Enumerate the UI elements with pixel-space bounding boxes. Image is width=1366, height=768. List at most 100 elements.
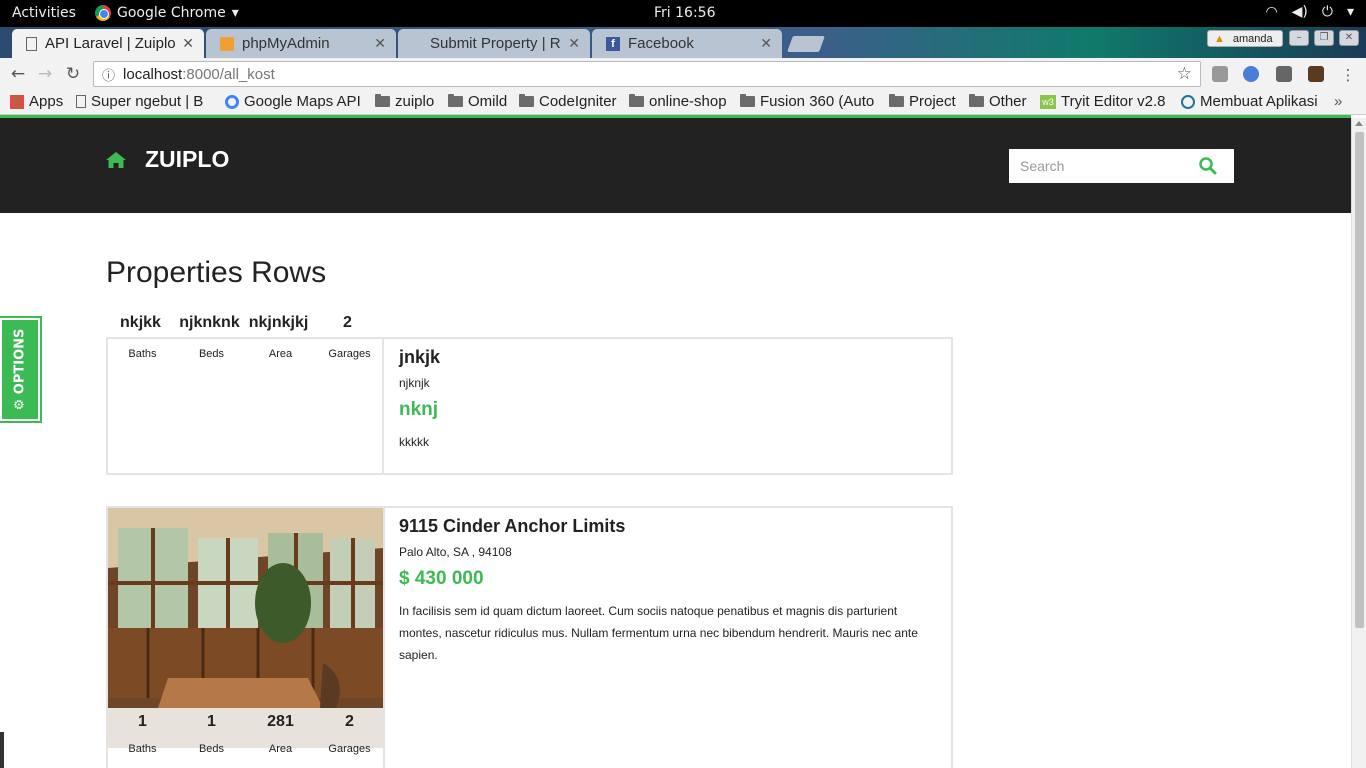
property-image-placeholder: Baths Beds Area Garages — [108, 339, 384, 473]
address-bar[interactable]: ⓘ localhost:8000/all_kost ☆ — [93, 61, 1201, 87]
bookmark-fusion-360[interactable]: Fusion 360 (Auto — [740, 93, 878, 110]
menu-kebab-icon[interactable]: ⋮ — [1338, 66, 1358, 84]
property-address: njknjk — [399, 376, 430, 390]
stat-garages: Garages — [315, 348, 384, 360]
more-bookmarks-icon[interactable]: » — [1334, 93, 1342, 110]
property-card[interactable]: 1 Baths 1 Beds 281 Area 2 Garages 9115 Cinde… — [106, 506, 953, 768]
bookmark-omild[interactable]: Omild — [448, 93, 507, 110]
wifi-icon: ◠ — [1265, 4, 1278, 20]
wappalyzer-extension-icon[interactable] — [1308, 66, 1324, 82]
stat-label: Garages — [328, 743, 371, 755]
close-tab-icon[interactable]: ✕ — [374, 35, 386, 52]
wordpress-icon — [1181, 94, 1195, 109]
url-path: :8000/all_kost — [182, 65, 275, 83]
stat-baths: nkjkk — [106, 314, 175, 332]
stat-value: 1 — [138, 713, 147, 730]
bookmark-google-maps-api[interactable]: Google Maps API — [225, 93, 362, 110]
close-tab-icon[interactable]: ✕ — [760, 35, 772, 52]
property-stats: Baths Beds Area Garages — [108, 348, 384, 360]
bookmark-apps[interactable]: Apps — [10, 93, 63, 110]
app-menu[interactable]: Google Chrome ▾ — [95, 5, 239, 21]
stat-value: 281 — [267, 713, 294, 730]
stat-label: Area — [268, 348, 293, 360]
new-tab-button[interactable] — [787, 36, 825, 52]
page-heading: Properties Rows — [106, 256, 327, 289]
site-brand[interactable]: ZUIPLO — [105, 146, 229, 173]
profile-button[interactable]: ▲ amanda — [1207, 30, 1283, 47]
back-icon[interactable]: ← — [8, 64, 28, 84]
stat-label: Beds — [198, 348, 225, 360]
property-title[interactable]: 9115 Cinder Anchor Limits — [399, 516, 939, 537]
activities-button[interactable]: Activities — [12, 5, 76, 21]
sunroom-photo — [108, 508, 384, 748]
stat-value: nkjkk — [120, 314, 161, 331]
folder-icon — [969, 94, 984, 107]
screenshot-extension-icon[interactable] — [1212, 66, 1228, 82]
folder-icon — [375, 94, 390, 107]
stat-label: Garages — [328, 348, 371, 360]
cast-extension-icon[interactable] — [1276, 66, 1292, 82]
forward-icon[interactable]: → — [35, 64, 55, 84]
property-price: $ 430 000 — [399, 568, 484, 589]
warning-icon: ▲ — [1214, 32, 1225, 45]
tab-title: phpMyAdmin — [242, 35, 330, 52]
home-icon — [106, 151, 126, 168]
profile-name: amanda — [1232, 32, 1273, 45]
chrome-icon — [95, 5, 111, 21]
bookmark-online-shop[interactable]: online-shop — [629, 93, 727, 110]
url-host: localhost — [123, 65, 183, 83]
property-card[interactable]: Baths Beds Area Garages jnkjk njknjk nkn… — [106, 337, 953, 475]
options-panel-toggle[interactable]: ⚙ OPTIONS — [0, 316, 42, 423]
tab-submit-property[interactable]: Submit Property | R ✕ — [398, 29, 590, 58]
bookmark-super-ngebut[interactable]: Super ngebut | B — [76, 93, 216, 110]
bookmark-tryit-editor[interactable]: w3 Tryit Editor v2.8 — [1040, 93, 1165, 110]
system-tray[interactable]: ◠ ◀) ⏻ ▾ — [1265, 4, 1354, 20]
stat-value: 1 — [207, 713, 216, 730]
tab-title: API Laravel | Zuiplo — [45, 35, 176, 52]
clock[interactable]: Fri 16:56 — [654, 5, 715, 21]
bookmark-membuat-aplikasi[interactable]: Membuat Aplikasi — [1181, 93, 1321, 110]
folder-icon — [448, 94, 463, 107]
gear-icon: ⚙ — [12, 398, 28, 411]
property-description: In facilisis sem id quam dictum laoreet.… — [399, 604, 918, 662]
volume-icon: ◀) — [1291, 4, 1308, 20]
tab-api-laravel[interactable]: API Laravel | Zuiplo ✕ — [12, 29, 204, 58]
brand-name: ZUIPLO — [145, 146, 230, 172]
property-title[interactable]: jnkjk — [399, 347, 939, 368]
stat-area: 281 Area — [246, 713, 315, 755]
bookmark-zuiplo[interactable]: zuiplo — [375, 93, 434, 110]
tab-phpmyadmin[interactable]: phpMyAdmin ✕ — [206, 29, 396, 58]
card-divider — [383, 508, 385, 768]
minimize-button[interactable]: – — [1289, 30, 1309, 46]
stat-beds: 1 Beds — [177, 713, 246, 755]
stat-value: 2 — [345, 713, 354, 730]
search-icon[interactable] — [1199, 157, 1217, 175]
scrollbar-thumb[interactable] — [1355, 132, 1364, 628]
bookmark-star-icon[interactable]: ☆ — [1177, 64, 1192, 84]
stat-area: Area — [246, 348, 315, 360]
desktop-edge — [0, 732, 4, 768]
stat-beds: njknknk — [175, 314, 244, 332]
maximize-button[interactable]: ❐ — [1314, 30, 1334, 46]
info-icon[interactable]: ⓘ — [102, 65, 115, 84]
scroll-up-icon[interactable] — [1355, 121, 1363, 126]
property-address: Palo Alto, SA , 94108 — [399, 545, 512, 559]
bookmark-other[interactable]: Other — [969, 93, 1027, 110]
bookmark-codeigniter[interactable]: CodeIgniter — [519, 93, 617, 110]
system-top-bar: Activities Google Chrome ▾ Fri 16:56 ◠ ◀… — [0, 0, 1366, 27]
power-icon: ⏻ — [1321, 4, 1333, 20]
search-input[interactable] — [1009, 158, 1199, 174]
bookmark-project[interactable]: Project — [889, 93, 956, 110]
stat-baths: 1 Baths — [108, 713, 177, 755]
close-tab-icon[interactable]: ✕ — [568, 35, 580, 52]
reload-icon[interactable]: ↻ — [63, 64, 83, 84]
sync-extension-icon[interactable] — [1243, 66, 1259, 82]
stat-area: nkjnkjkj — [244, 314, 313, 332]
property-image[interactable]: 1 Baths 1 Beds 281 Area 2 Garages — [108, 508, 384, 755]
page-scrollbar[interactable] — [1351, 118, 1366, 768]
close-window-button[interactable]: ✕ — [1339, 30, 1359, 46]
google-icon — [225, 94, 239, 109]
folder-icon — [519, 94, 534, 107]
close-tab-icon[interactable]: ✕ — [182, 35, 194, 52]
tab-facebook[interactable]: f Facebook ✕ — [592, 29, 782, 58]
